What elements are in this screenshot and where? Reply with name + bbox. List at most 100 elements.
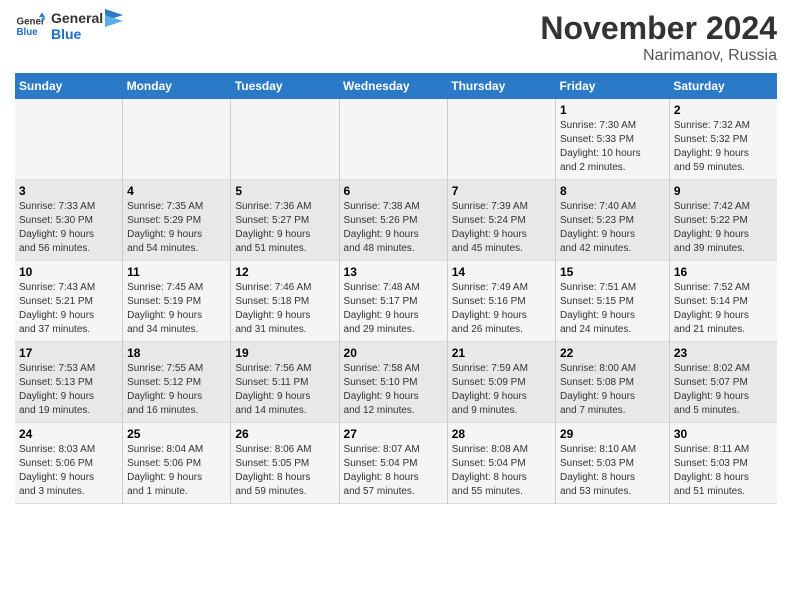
calendar-day-cell: 11 Sunrise: 7:45 AM Sunset: 5:19 PM Dayli… <box>123 261 231 342</box>
day-info: Sunrise: 8:07 AM Sunset: 5:04 PM Dayligh… <box>344 443 443 499</box>
day-info: Sunrise: 7:46 AM Sunset: 5:18 PM Dayligh… <box>235 281 334 337</box>
day-info: Sunrise: 8:04 AM Sunset: 5:06 PM Dayligh… <box>127 443 226 499</box>
day-number: 14 <box>452 265 551 279</box>
day-number: 16 <box>674 265 773 279</box>
day-number: 7 <box>452 184 551 198</box>
calendar-day-cell: 28 Sunrise: 8:08 AM Sunset: 5:04 PM Dayli… <box>447 423 555 504</box>
calendar-day-cell: 27Sunrise: 8:07 AM Sunset: 5:04 PM Dayli… <box>339 423 447 504</box>
calendar-day-cell: 1 Sunrise: 7:30 AM Sunset: 5:33 PM Daylig… <box>555 99 669 180</box>
svg-text:Blue: Blue <box>17 27 39 38</box>
header-saturday: Saturday <box>669 73 777 99</box>
day-number: 4 <box>127 184 226 198</box>
calendar-day-cell: 22 Sunrise: 8:00 AM Sunset: 5:08 PM Dayli… <box>555 342 669 423</box>
day-number: 2 <box>674 103 773 117</box>
logo-general-text: General <box>51 10 103 26</box>
calendar-week-row: 17 Sunrise: 7:53 AM Sunset: 5:13 PM Dayli… <box>15 342 777 423</box>
calendar-header-row: SundayMondayTuesdayWednesdayThursdayFrid… <box>15 73 777 99</box>
day-info: Sunrise: 7:39 AM Sunset: 5:24 PM Dayligh… <box>452 200 551 256</box>
day-info: Sunrise: 7:32 AM Sunset: 5:32 PM Dayligh… <box>674 119 773 175</box>
header-wednesday: Wednesday <box>339 73 447 99</box>
month-title: November 2024 <box>540 10 777 47</box>
calendar-day-cell: 29Sunrise: 8:10 AM Sunset: 5:03 PM Dayli… <box>555 423 669 504</box>
day-info: Sunrise: 7:40 AM Sunset: 5:23 PM Dayligh… <box>560 200 665 256</box>
calendar-day-cell <box>339 99 447 180</box>
calendar-day-cell: 2 Sunrise: 7:32 AM Sunset: 5:32 PM Daylig… <box>669 99 777 180</box>
calendar-day-cell: 12Sunrise: 7:46 AM Sunset: 5:18 PM Dayli… <box>231 261 339 342</box>
calendar-day-cell <box>15 99 123 180</box>
day-info: Sunrise: 8:02 AM Sunset: 5:07 PM Dayligh… <box>674 362 773 418</box>
calendar-day-cell: 9 Sunrise: 7:42 AM Sunset: 5:22 PM Daylig… <box>669 180 777 261</box>
title-block: November 2024 Narimanov, Russia <box>540 10 777 65</box>
calendar-day-cell: 25 Sunrise: 8:04 AM Sunset: 5:06 PM Dayli… <box>123 423 231 504</box>
day-number: 1 <box>560 103 665 117</box>
header-sunday: Sunday <box>15 73 123 99</box>
calendar-day-cell: 7 Sunrise: 7:39 AM Sunset: 5:24 PM Daylig… <box>447 180 555 261</box>
day-number: 22 <box>560 346 665 360</box>
day-info: Sunrise: 7:56 AM Sunset: 5:11 PM Dayligh… <box>235 362 334 418</box>
day-info: Sunrise: 7:55 AM Sunset: 5:12 PM Dayligh… <box>127 362 226 418</box>
calendar-day-cell <box>231 99 339 180</box>
calendar-day-cell: 30Sunrise: 8:11 AM Sunset: 5:03 PM Dayli… <box>669 423 777 504</box>
calendar-day-cell: 17 Sunrise: 7:53 AM Sunset: 5:13 PM Dayli… <box>15 342 123 423</box>
day-info: Sunrise: 7:43 AM Sunset: 5:21 PM Dayligh… <box>19 281 118 337</box>
calendar-day-cell <box>447 99 555 180</box>
calendar-day-cell: 16 Sunrise: 7:52 AM Sunset: 5:14 PM Dayli… <box>669 261 777 342</box>
day-info: Sunrise: 7:38 AM Sunset: 5:26 PM Dayligh… <box>344 200 443 256</box>
day-number: 5 <box>235 184 334 198</box>
day-info: Sunrise: 7:42 AM Sunset: 5:22 PM Dayligh… <box>674 200 773 256</box>
day-info: Sunrise: 8:03 AM Sunset: 5:06 PM Dayligh… <box>19 443 118 499</box>
calendar-day-cell: 24 Sunrise: 8:03 AM Sunset: 5:06 PM Dayli… <box>15 423 123 504</box>
day-info: Sunrise: 7:35 AM Sunset: 5:29 PM Dayligh… <box>127 200 226 256</box>
day-info: Sunrise: 8:06 AM Sunset: 5:05 PM Dayligh… <box>235 443 334 499</box>
calendar-day-cell: 8 Sunrise: 7:40 AM Sunset: 5:23 PM Daylig… <box>555 180 669 261</box>
day-info: Sunrise: 7:48 AM Sunset: 5:17 PM Dayligh… <box>344 281 443 337</box>
day-number: 6 <box>344 184 443 198</box>
calendar-day-cell: 3 Sunrise: 7:33 AM Sunset: 5:30 PM Daylig… <box>15 180 123 261</box>
day-info: Sunrise: 7:33 AM Sunset: 5:30 PM Dayligh… <box>19 200 118 256</box>
day-number: 9 <box>674 184 773 198</box>
calendar-table: SundayMondayTuesdayWednesdayThursdayFrid… <box>15 73 777 504</box>
day-info: Sunrise: 7:49 AM Sunset: 5:16 PM Dayligh… <box>452 281 551 337</box>
day-number: 26 <box>235 427 334 441</box>
day-info: Sunrise: 8:08 AM Sunset: 5:04 PM Dayligh… <box>452 443 551 499</box>
day-info: Sunrise: 7:30 AM Sunset: 5:33 PM Dayligh… <box>560 119 665 175</box>
day-number: 8 <box>560 184 665 198</box>
logo: General Blue General Blue <box>15 10 125 42</box>
calendar-day-cell: 14 Sunrise: 7:49 AM Sunset: 5:16 PM Dayli… <box>447 261 555 342</box>
day-number: 20 <box>344 346 443 360</box>
header-monday: Monday <box>123 73 231 99</box>
svg-text:General: General <box>17 17 46 28</box>
day-number: 18 <box>127 346 226 360</box>
calendar-day-cell: 4 Sunrise: 7:35 AM Sunset: 5:29 PM Daylig… <box>123 180 231 261</box>
day-number: 23 <box>674 346 773 360</box>
day-info: Sunrise: 7:45 AM Sunset: 5:19 PM Dayligh… <box>127 281 226 337</box>
day-number: 10 <box>19 265 118 279</box>
day-number: 17 <box>19 346 118 360</box>
calendar-day-cell: 20 Sunrise: 7:58 AM Sunset: 5:10 PM Dayli… <box>339 342 447 423</box>
calendar-week-row: 10 Sunrise: 7:43 AM Sunset: 5:21 PM Dayli… <box>15 261 777 342</box>
day-info: Sunrise: 7:58 AM Sunset: 5:10 PM Dayligh… <box>344 362 443 418</box>
day-info: Sunrise: 7:53 AM Sunset: 5:13 PM Dayligh… <box>19 362 118 418</box>
logo-blue-text: Blue <box>51 26 103 42</box>
calendar-day-cell: 15Sunrise: 7:51 AM Sunset: 5:15 PM Dayli… <box>555 261 669 342</box>
day-number: 21 <box>452 346 551 360</box>
day-number: 3 <box>19 184 118 198</box>
day-number: 19 <box>235 346 334 360</box>
calendar-week-row: 24 Sunrise: 8:03 AM Sunset: 5:06 PM Dayli… <box>15 423 777 504</box>
header-tuesday: Tuesday <box>231 73 339 99</box>
calendar-day-cell: 6 Sunrise: 7:38 AM Sunset: 5:26 PM Daylig… <box>339 180 447 261</box>
calendar-day-cell: 10 Sunrise: 7:43 AM Sunset: 5:21 PM Dayli… <box>15 261 123 342</box>
day-number: 24 <box>19 427 118 441</box>
day-info: Sunrise: 7:52 AM Sunset: 5:14 PM Dayligh… <box>674 281 773 337</box>
calendar-day-cell: 5 Sunrise: 7:36 AM Sunset: 5:27 PM Daylig… <box>231 180 339 261</box>
day-info: Sunrise: 8:00 AM Sunset: 5:08 PM Dayligh… <box>560 362 665 418</box>
day-number: 13 <box>344 265 443 279</box>
calendar-day-cell: 13 Sunrise: 7:48 AM Sunset: 5:17 PM Dayli… <box>339 261 447 342</box>
day-number: 11 <box>127 265 226 279</box>
calendar-day-cell: 26 Sunrise: 8:06 AM Sunset: 5:05 PM Dayli… <box>231 423 339 504</box>
day-number: 25 <box>127 427 226 441</box>
day-number: 28 <box>452 427 551 441</box>
calendar-week-row: 1 Sunrise: 7:30 AM Sunset: 5:33 PM Daylig… <box>15 99 777 180</box>
location-subtitle: Narimanov, Russia <box>540 47 777 65</box>
day-info: Sunrise: 7:36 AM Sunset: 5:27 PM Dayligh… <box>235 200 334 256</box>
